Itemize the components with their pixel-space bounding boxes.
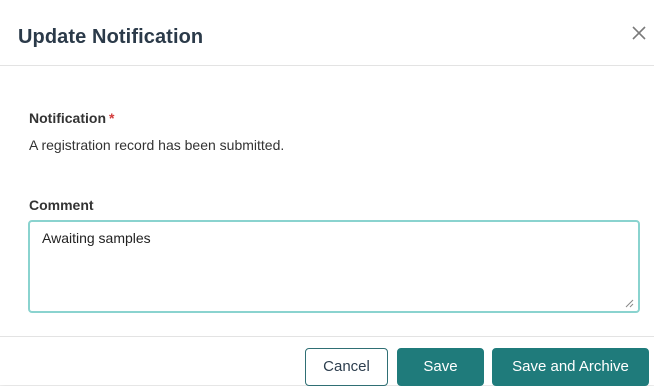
dialog-header: Update Notification — [0, 10, 654, 66]
close-icon[interactable] — [628, 24, 650, 46]
comment-label: Comment — [29, 197, 94, 213]
save-and-archive-button[interactable]: Save and Archive — [492, 348, 649, 386]
save-button[interactable]: Save — [397, 348, 484, 386]
required-marker: * — [109, 110, 115, 126]
notification-label: Notification * — [29, 110, 114, 126]
close-icon-glyph — [632, 26, 646, 40]
resize-grip-icon[interactable] — [624, 298, 634, 308]
notification-text: A registration record has been submitted… — [29, 137, 285, 153]
notification-label-text: Notification — [29, 110, 106, 126]
dialog-body: Notification * A registration record has … — [0, 66, 654, 336]
cancel-button[interactable]: Cancel — [305, 348, 388, 386]
dialog-title: Update Notification — [18, 26, 204, 48]
comment-textarea[interactable] — [28, 220, 640, 313]
update-notification-dialog: Update Notification Notification * A regi… — [0, 0, 654, 386]
dialog-footer: Cancel Save Save and Archive — [0, 336, 654, 386]
